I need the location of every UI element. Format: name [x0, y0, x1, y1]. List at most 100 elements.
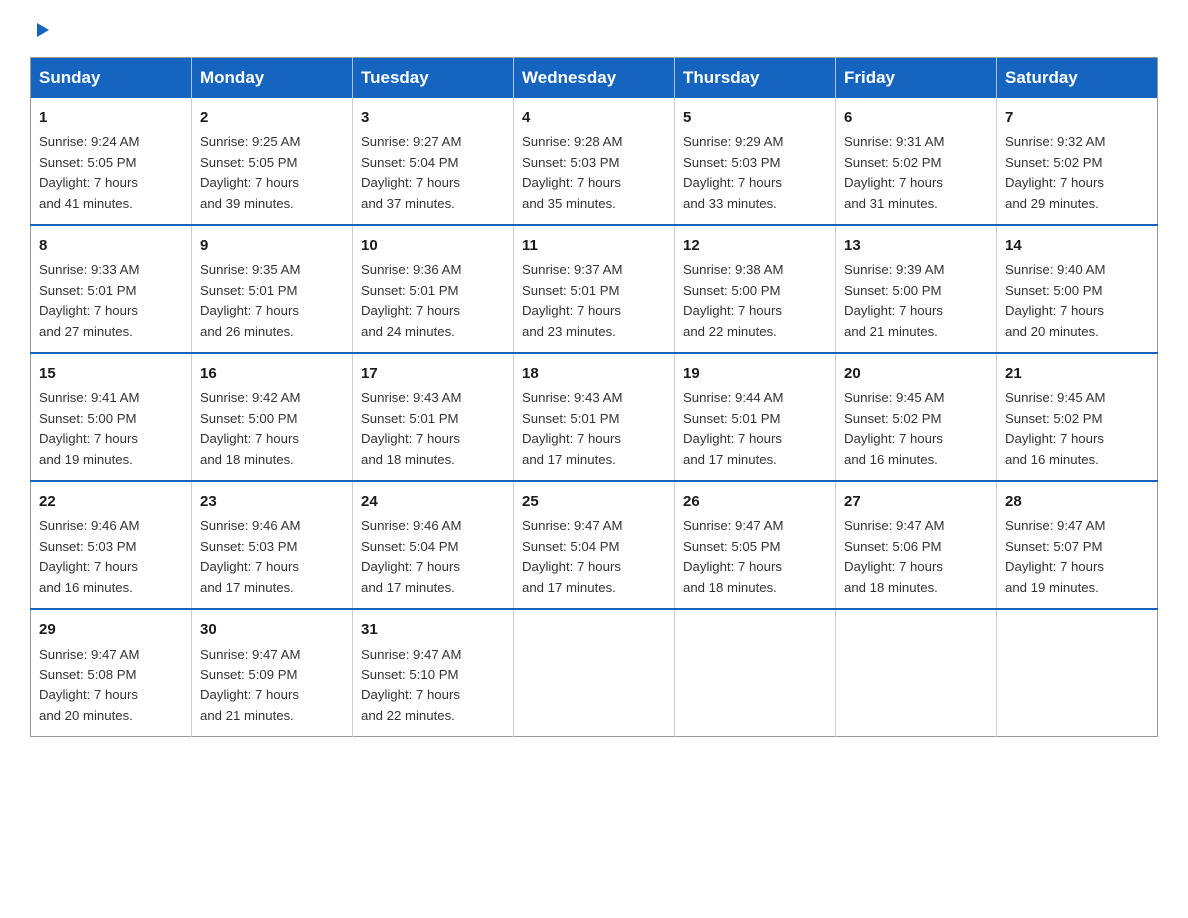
- day-number: 11: [522, 234, 666, 257]
- day-number: 16: [200, 362, 344, 385]
- calendar-cell: 11 Sunrise: 9:37 AMSunset: 5:01 PMDayligh…: [514, 225, 675, 353]
- day-info: Sunrise: 9:47 AMSunset: 5:07 PMDaylight:…: [1005, 516, 1149, 598]
- day-info: Sunrise: 9:28 AMSunset: 5:03 PMDaylight:…: [522, 132, 666, 214]
- day-number: 6: [844, 106, 988, 129]
- day-number: 19: [683, 362, 827, 385]
- calendar-cell: 16Sunrise: 9:42 AMSunset: 5:00 PMDayligh…: [192, 353, 353, 481]
- calendar-cell: [836, 609, 997, 737]
- day-number: 9: [200, 234, 344, 257]
- calendar-cell: 10Sunrise: 9:36 AMSunset: 5:01 PMDayligh…: [353, 225, 514, 353]
- day-number: 18: [522, 362, 666, 385]
- day-info: Sunrise: 9:47 AMSunset: 5:10 PMDaylight:…: [361, 645, 505, 727]
- calendar-cell: 20 Sunrise: 9:45 AMSunset: 5:02 PMDayligh…: [836, 353, 997, 481]
- calendar-cell: 2 Sunrise: 9:25 AMSunset: 5:05 PMDaylight…: [192, 98, 353, 225]
- calendar-table: SundayMondayTuesdayWednesdayThursdayFrid…: [30, 57, 1158, 737]
- day-number: 25: [522, 490, 666, 513]
- day-info: Sunrise: 9:33 AMSunset: 5:01 PMDaylight:…: [39, 260, 183, 342]
- day-number: 4: [522, 106, 666, 129]
- calendar-cell: 5 Sunrise: 9:29 AMSunset: 5:03 PMDaylight…: [675, 98, 836, 225]
- calendar-cell: 30Sunrise: 9:47 AMSunset: 5:09 PMDayligh…: [192, 609, 353, 737]
- weekday-header-row: SundayMondayTuesdayWednesdayThursdayFrid…: [31, 58, 1158, 99]
- day-number: 22: [39, 490, 183, 513]
- calendar-cell: 13 Sunrise: 9:39 AMSunset: 5:00 PMDayligh…: [836, 225, 997, 353]
- calendar-week-4: 22 Sunrise: 9:46 AMSunset: 5:03 PMDayligh…: [31, 481, 1158, 609]
- calendar-cell: 14 Sunrise: 9:40 AMSunset: 5:00 PMDayligh…: [997, 225, 1158, 353]
- weekday-header-tuesday: Tuesday: [353, 58, 514, 99]
- day-info: Sunrise: 9:46 AMSunset: 5:04 PMDaylight:…: [361, 516, 505, 598]
- day-info: Sunrise: 9:40 AMSunset: 5:00 PMDaylight:…: [1005, 260, 1149, 342]
- day-number: 7: [1005, 106, 1149, 129]
- day-info: Sunrise: 9:24 AMSunset: 5:05 PMDaylight:…: [39, 132, 183, 214]
- day-info: Sunrise: 9:29 AMSunset: 5:03 PMDaylight:…: [683, 132, 827, 214]
- day-info: Sunrise: 9:37 AMSunset: 5:01 PMDaylight:…: [522, 260, 666, 342]
- calendar-cell: 17 Sunrise: 9:43 AMSunset: 5:01 PMDayligh…: [353, 353, 514, 481]
- calendar-cell: 31 Sunrise: 9:47 AMSunset: 5:10 PMDayligh…: [353, 609, 514, 737]
- calendar-week-1: 1Sunrise: 9:24 AMSunset: 5:05 PMDaylight…: [31, 98, 1158, 225]
- calendar-cell: [997, 609, 1158, 737]
- day-number: 5: [683, 106, 827, 129]
- calendar-cell: 23Sunrise: 9:46 AMSunset: 5:03 PMDayligh…: [192, 481, 353, 609]
- weekday-header-thursday: Thursday: [675, 58, 836, 99]
- day-number: 27: [844, 490, 988, 513]
- calendar-cell: 18Sunrise: 9:43 AMSunset: 5:01 PMDayligh…: [514, 353, 675, 481]
- day-info: Sunrise: 9:36 AMSunset: 5:01 PMDaylight:…: [361, 260, 505, 342]
- calendar-cell: 26 Sunrise: 9:47 AMSunset: 5:05 PMDayligh…: [675, 481, 836, 609]
- calendar-cell: 24 Sunrise: 9:46 AMSunset: 5:04 PMDayligh…: [353, 481, 514, 609]
- day-number: 26: [683, 490, 827, 513]
- calendar-cell: [675, 609, 836, 737]
- day-number: 15: [39, 362, 183, 385]
- day-info: Sunrise: 9:25 AMSunset: 5:05 PMDaylight:…: [200, 132, 344, 214]
- calendar-cell: 28 Sunrise: 9:47 AMSunset: 5:07 PMDayligh…: [997, 481, 1158, 609]
- calendar-cell: 6Sunrise: 9:31 AMSunset: 5:02 PMDaylight…: [836, 98, 997, 225]
- day-info: Sunrise: 9:41 AMSunset: 5:00 PMDaylight:…: [39, 388, 183, 470]
- calendar-cell: 7 Sunrise: 9:32 AMSunset: 5:02 PMDaylight…: [997, 98, 1158, 225]
- day-number: 31: [361, 618, 505, 641]
- day-info: Sunrise: 9:45 AMSunset: 5:02 PMDaylight:…: [1005, 388, 1149, 470]
- day-info: Sunrise: 9:35 AMSunset: 5:01 PMDaylight:…: [200, 260, 344, 342]
- weekday-header-saturday: Saturday: [997, 58, 1158, 99]
- day-info: Sunrise: 9:47 AMSunset: 5:09 PMDaylight:…: [200, 645, 344, 727]
- day-info: Sunrise: 9:47 AMSunset: 5:06 PMDaylight:…: [844, 516, 988, 598]
- weekday-header-friday: Friday: [836, 58, 997, 99]
- day-info: Sunrise: 9:45 AMSunset: 5:02 PMDaylight:…: [844, 388, 988, 470]
- day-number: 14: [1005, 234, 1149, 257]
- day-info: Sunrise: 9:47 AMSunset: 5:08 PMDaylight:…: [39, 645, 183, 727]
- weekday-header-sunday: Sunday: [31, 58, 192, 99]
- day-number: 24: [361, 490, 505, 513]
- calendar-week-5: 29 Sunrise: 9:47 AMSunset: 5:08 PMDayligh…: [31, 609, 1158, 737]
- calendar-cell: 9 Sunrise: 9:35 AMSunset: 5:01 PMDaylight…: [192, 225, 353, 353]
- day-number: 23: [200, 490, 344, 513]
- day-info: Sunrise: 9:38 AMSunset: 5:00 PMDaylight:…: [683, 260, 827, 342]
- weekday-header-monday: Monday: [192, 58, 353, 99]
- calendar-cell: 12Sunrise: 9:38 AMSunset: 5:00 PMDayligh…: [675, 225, 836, 353]
- day-number: 28: [1005, 490, 1149, 513]
- day-number: 3: [361, 106, 505, 129]
- day-info: Sunrise: 9:32 AMSunset: 5:02 PMDaylight:…: [1005, 132, 1149, 214]
- day-info: Sunrise: 9:46 AMSunset: 5:03 PMDaylight:…: [39, 516, 183, 598]
- day-number: 29: [39, 618, 183, 641]
- calendar-cell: 25 Sunrise: 9:47 AMSunset: 5:04 PMDayligh…: [514, 481, 675, 609]
- calendar-cell: 21 Sunrise: 9:45 AMSunset: 5:02 PMDayligh…: [997, 353, 1158, 481]
- calendar-cell: [514, 609, 675, 737]
- page-header: [30, 20, 1158, 39]
- day-number: 20: [844, 362, 988, 385]
- day-info: Sunrise: 9:43 AMSunset: 5:01 PMDaylight:…: [361, 388, 505, 470]
- day-info: Sunrise: 9:47 AMSunset: 5:04 PMDaylight:…: [522, 516, 666, 598]
- day-number: 13: [844, 234, 988, 257]
- day-number: 2: [200, 106, 344, 129]
- calendar-week-3: 15 Sunrise: 9:41 AMSunset: 5:00 PMDayligh…: [31, 353, 1158, 481]
- calendar-cell: 29 Sunrise: 9:47 AMSunset: 5:08 PMDayligh…: [31, 609, 192, 737]
- day-info: Sunrise: 9:39 AMSunset: 5:00 PMDaylight:…: [844, 260, 988, 342]
- calendar-cell: 15 Sunrise: 9:41 AMSunset: 5:00 PMDayligh…: [31, 353, 192, 481]
- calendar-cell: 1Sunrise: 9:24 AMSunset: 5:05 PMDaylight…: [31, 98, 192, 225]
- day-info: Sunrise: 9:27 AMSunset: 5:04 PMDaylight:…: [361, 132, 505, 214]
- day-number: 21: [1005, 362, 1149, 385]
- weekday-header-wednesday: Wednesday: [514, 58, 675, 99]
- logo-arrow-icon: [33, 21, 51, 44]
- calendar-cell: 8Sunrise: 9:33 AMSunset: 5:01 PMDaylight…: [31, 225, 192, 353]
- calendar-cell: 19Sunrise: 9:44 AMSunset: 5:01 PMDayligh…: [675, 353, 836, 481]
- calendar-cell: 4 Sunrise: 9:28 AMSunset: 5:03 PMDaylight…: [514, 98, 675, 225]
- calendar-cell: 3 Sunrise: 9:27 AMSunset: 5:04 PMDaylight…: [353, 98, 514, 225]
- day-info: Sunrise: 9:47 AMSunset: 5:05 PMDaylight:…: [683, 516, 827, 598]
- day-number: 17: [361, 362, 505, 385]
